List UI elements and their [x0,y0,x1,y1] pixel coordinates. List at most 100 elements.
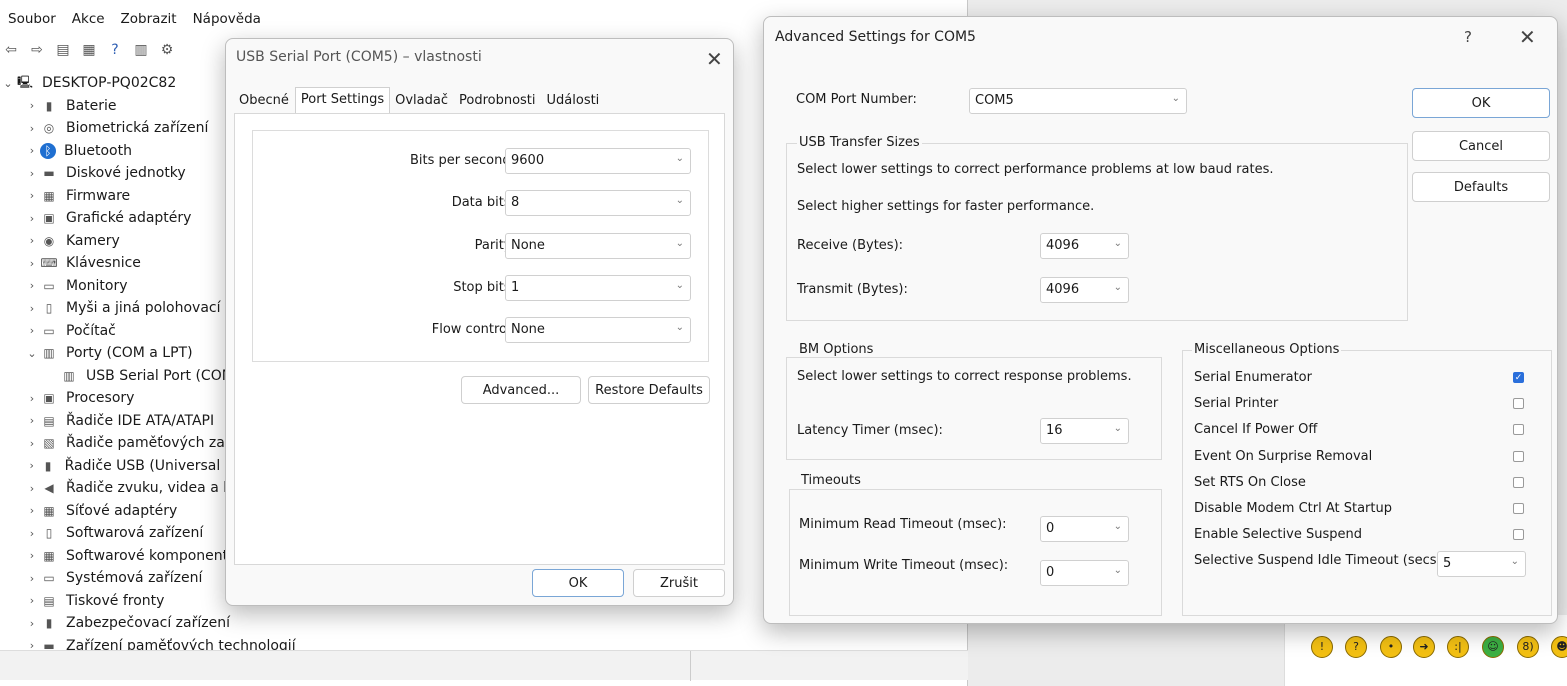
tab-details[interactable]: Podrobnosti [454,89,542,115]
emoji-arrow-icon[interactable]: ➜ [1413,636,1435,658]
close-icon[interactable]: ✕ [706,49,723,69]
tree-item-label: Systémová zařízení [66,570,203,587]
cpu-icon: ▣ [43,391,55,406]
tree-item-label: Firmware [66,187,131,204]
misc-option-checkbox[interactable] [1513,529,1524,541]
device-view-icon[interactable]: ▥ [130,39,152,61]
chevron-down-icon[interactable]: ⌄ [24,347,40,360]
suspend-timeout-select[interactable]: 5 ⌄ [1437,551,1526,577]
menu-view[interactable]: Zobrazit [113,8,185,32]
emoji-neutral-icon[interactable]: :| [1447,636,1469,658]
misc-option-checkbox[interactable] [1513,503,1524,514]
chevron-right-icon[interactable]: › [24,279,40,292]
chevron-down-icon: ⌄ [675,238,684,249]
bluetooth-icon: ᛒ [40,142,56,159]
chevron-right-icon[interactable]: › [24,99,40,112]
properties-view-icon[interactable]: ▤ [52,39,74,61]
ok-button[interactable]: OK [532,569,624,597]
chevron-right-icon[interactable]: › [24,324,40,337]
transmit-select[interactable]: 4096 ⌄ [1040,277,1129,303]
menu-help[interactable]: Nápověda [185,8,269,32]
emoji-cool-icon[interactable]: ☻ [1551,636,1567,658]
misc-option-checkbox[interactable] [1513,398,1524,410]
bits-per-second-select[interactable]: 9600 ⌄ [505,148,691,174]
receive-select[interactable]: 4096 ⌄ [1040,233,1129,259]
chevron-down-icon[interactable]: ⌄ [0,77,16,90]
read-timeout-select[interactable]: 0 ⌄ [1040,516,1129,542]
chevron-right-icon[interactable]: › [24,189,40,202]
timeouts-title: Timeouts [799,473,863,488]
flow-control-select[interactable]: None ⌄ [505,317,691,343]
misc-option-checkbox[interactable]: ✓ [1513,372,1524,383]
chevron-right-icon[interactable]: › [24,167,40,180]
latency-select[interactable]: 16 ⌄ [1040,418,1129,444]
data-bits-row: Data bits: 8 ⌄ [253,190,710,216]
chevron-down-icon: ⌄ [675,195,684,206]
display-adapter-icon: ▣ [43,211,55,226]
defaults-button[interactable]: Defaults [1412,172,1550,202]
advanced-button[interactable]: Advanced... [461,376,581,404]
chevron-right-icon[interactable]: › [24,212,40,225]
tab-port-settings[interactable]: Port Settings [294,87,391,113]
tree-item[interactable]: › ▮ Zabezpečovací zařízení [0,612,300,635]
chevron-right-icon[interactable]: › [24,482,40,495]
properties-icon[interactable]: ▦ [78,39,100,61]
chevron-right-icon[interactable]: › [24,257,40,270]
properties-dialog: USB Serial Port (COM5) – vlastnosti ✕ Ob… [225,38,734,606]
back-icon[interactable]: ⇦ [0,39,22,61]
tree-item-label: Klávesnice [66,255,141,272]
misc-option-checkbox[interactable] [1513,476,1524,488]
restore-defaults-button[interactable]: Restore Defaults [588,376,710,404]
chevron-right-icon[interactable]: › [24,617,40,630]
flow-control-row: Flow control: None ⌄ [253,317,710,343]
chevron-right-icon[interactable]: › [24,414,40,427]
menu-bar: Soubor Akce Zobrazit Nápověda [0,8,269,32]
misc-option-checkbox[interactable] [1513,424,1524,436]
misc-option-checkbox[interactable] [1513,450,1524,462]
stop-bits-select[interactable]: 1 ⌄ [505,275,691,301]
select-value: None [511,322,545,337]
help-button[interactable]: ? [1464,27,1472,47]
chevron-right-icon[interactable]: › [24,549,40,562]
chevron-right-icon[interactable]: › [24,437,40,450]
emoji-idea-icon[interactable]: • [1380,636,1402,658]
scan-hardware-icon[interactable]: ⚙ [156,39,178,61]
chevron-right-icon[interactable]: › [24,527,40,540]
chevron-right-icon[interactable]: › [24,122,40,135]
emoji-question-icon[interactable]: ? [1345,636,1367,658]
tab-general[interactable]: Obecné [234,89,295,115]
tab-events[interactable]: Události [542,89,606,115]
data-bits-select[interactable]: 8 ⌄ [505,190,691,216]
chevron-right-icon[interactable]: › [24,572,40,585]
write-timeout-label: Minimum Write Timeout (msec): [799,558,1009,573]
menu-action[interactable]: Akce [64,8,113,32]
menu-file[interactable]: Soubor [0,8,64,32]
chevron-down-icon: ⌄ [675,153,684,164]
chevron-right-icon[interactable]: › [24,459,39,472]
chevron-right-icon[interactable]: › [24,594,40,607]
com-port-select[interactable]: COM5 ⌄ [969,88,1187,114]
emoji-glasses-icon[interactable]: 8) [1517,636,1539,658]
help-icon[interactable]: ? [104,39,126,61]
parity-select[interactable]: None ⌄ [505,233,691,259]
port-icon: ▥ [43,346,55,361]
misc-option-label: Enable Selective Suspend [1194,527,1362,543]
forward-icon[interactable]: ⇨ [26,39,48,61]
cancel-button[interactable]: Cancel [1412,131,1550,161]
field-label: Bits per second: [409,153,515,168]
chevron-right-icon[interactable]: › [24,144,40,157]
close-icon[interactable]: ✕ [1519,27,1536,47]
field-label: Flow control: [431,322,515,337]
tab-driver[interactable]: Ovladač [390,89,454,115]
chevron-right-icon[interactable]: › [24,504,40,517]
emoji-exclamation-icon[interactable]: ! [1311,636,1333,658]
emoji-green-icon[interactable]: ☺ [1482,636,1504,658]
misc-option-label: Set RTS On Close [1194,474,1306,490]
write-timeout-select[interactable]: 0 ⌄ [1040,560,1129,586]
chevron-right-icon[interactable]: › [24,234,40,247]
chevron-right-icon[interactable]: › [24,302,40,315]
ok-button[interactable]: OK [1412,88,1550,118]
cancel-button[interactable]: Zrušit [633,569,725,597]
chevron-right-icon[interactable]: › [24,392,40,405]
port-settings-group: Bits per second: 9600 ⌄ Data bits: 8 ⌄ Par… [252,130,709,362]
